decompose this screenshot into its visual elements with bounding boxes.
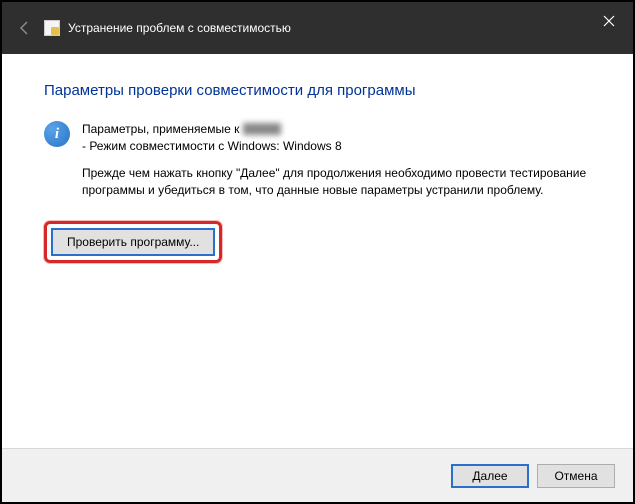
page-heading: Параметры проверки совместимости для про… xyxy=(44,82,591,99)
window-title: Устранение проблем с совместимостью xyxy=(68,21,291,35)
info-line2: - Режим совместимости с Windows: Windows… xyxy=(82,139,342,153)
close-button[interactable] xyxy=(585,2,633,40)
test-program-button[interactable]: Проверить программу... xyxy=(51,228,215,256)
next-button[interactable]: Далее xyxy=(451,464,529,488)
instruction-text: Прежде чем нажать кнопку "Далее" для про… xyxy=(82,165,591,200)
cancel-button[interactable]: Отмена xyxy=(537,464,615,488)
footer-bar: Далее Отмена xyxy=(2,448,633,502)
applied-settings-text: Параметры, применяемые к - Режим совмест… xyxy=(82,121,342,155)
info-line1-prefix: Параметры, применяемые к xyxy=(82,122,239,136)
troubleshooter-icon xyxy=(44,20,60,36)
highlight-annotation: Проверить программу... xyxy=(44,221,222,263)
info-icon: i xyxy=(44,121,70,147)
back-button[interactable] xyxy=(14,17,36,39)
program-name-redacted xyxy=(243,123,281,135)
title-bar: Устранение проблем с совместимостью xyxy=(2,2,633,54)
info-row: i Параметры, применяемые к - Режим совме… xyxy=(44,121,591,155)
content-area: Параметры проверки совместимости для про… xyxy=(2,54,633,448)
compatibility-troubleshooter-window: Устранение проблем с совместимостью Пара… xyxy=(2,2,633,502)
